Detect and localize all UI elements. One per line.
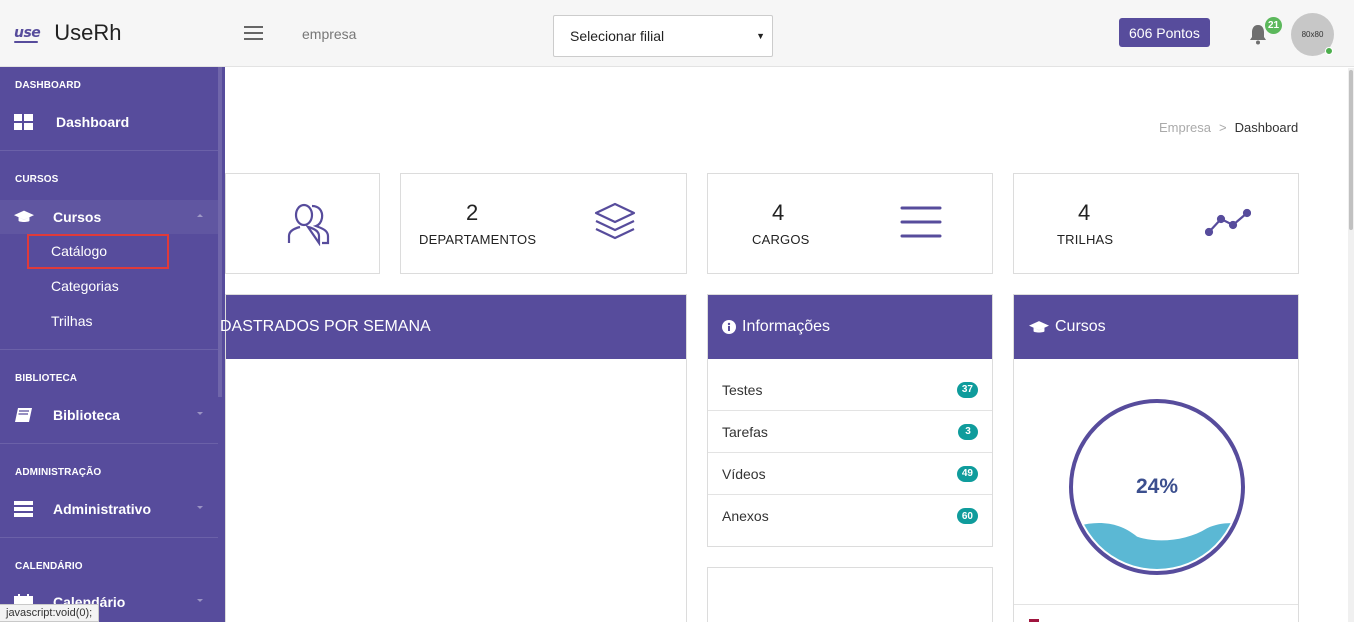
stat-value: 2 bbox=[466, 200, 479, 225]
progress-text: 24% bbox=[1136, 475, 1178, 498]
server-icon bbox=[14, 501, 33, 517]
panel-header: DASTRADOS POR SEMANA bbox=[220, 295, 686, 359]
users-icon bbox=[287, 203, 330, 246]
breadcrumb-root[interactable]: Empresa bbox=[1159, 120, 1211, 135]
stat-value: 4 bbox=[772, 200, 785, 225]
breadcrumb-current: Dashboard bbox=[1234, 120, 1299, 135]
trend-line-icon bbox=[1205, 208, 1251, 236]
info-panel: Informações Testes 37 Tarefas 3 Vídeos 4… bbox=[707, 294, 993, 547]
stat-label: DEPARTAMENTOS bbox=[419, 232, 537, 247]
info-row-tarefas[interactable]: Tarefas 3 bbox=[708, 411, 992, 453]
logo-mark: use bbox=[14, 25, 41, 43]
info-row-anexos[interactable]: Anexos 60 bbox=[708, 495, 992, 537]
stat-card-users bbox=[225, 173, 380, 274]
branch-select-value: Selecionar filial bbox=[570, 28, 665, 44]
layers-icon bbox=[594, 202, 636, 240]
dropdown-arrow-icon: ▼ bbox=[756, 31, 765, 41]
info-row-label: Vídeos bbox=[722, 465, 766, 482]
chevron-up-icon bbox=[197, 214, 203, 217]
sidebar-item-label: Biblioteca bbox=[53, 407, 120, 423]
divider bbox=[0, 537, 218, 538]
online-status-dot bbox=[1325, 47, 1333, 55]
breadcrumb: Empresa > Dashboard bbox=[1159, 120, 1298, 135]
stat-card-departamentos: 2 DEPARTAMENTOS bbox=[400, 173, 687, 274]
count-badge: 49 bbox=[956, 465, 978, 482]
branch-select[interactable]: Selecionar filial ▼ bbox=[553, 15, 773, 57]
sidebar-subitem-trilhas[interactable]: Trilhas bbox=[51, 313, 93, 329]
book-icon bbox=[15, 408, 32, 422]
panel-header: Cursos bbox=[1014, 295, 1298, 359]
points-badge[interactable]: 606 Pontos bbox=[1119, 18, 1210, 47]
sidebar-item-biblioteca[interactable]: Biblioteca bbox=[0, 398, 218, 432]
courses-progress-gauge: 24% bbox=[1069, 399, 1245, 575]
notification-count-badge: 21 bbox=[1265, 17, 1282, 34]
sidebar-item-administrativo[interactable]: Administrativo bbox=[0, 492, 218, 526]
count-badge: 3 bbox=[958, 423, 978, 440]
courses-panel: Cursos 24% bbox=[1013, 294, 1299, 622]
panel-title: Informações bbox=[742, 318, 831, 335]
info-row-testes[interactable]: Testes 37 bbox=[708, 369, 992, 411]
sidebar-item-label: Dashboard bbox=[56, 114, 130, 130]
info-row-label: Anexos bbox=[722, 508, 769, 524]
menu-toggle-icon[interactable] bbox=[244, 26, 263, 40]
section-title-cursos: CURSOS bbox=[15, 174, 59, 185]
panel-header: Informações bbox=[708, 295, 992, 359]
section-title-dashboard: DASHBOARD bbox=[15, 80, 81, 91]
chevron-down-icon bbox=[197, 599, 203, 602]
app-logo[interactable]: use UseRh bbox=[14, 20, 122, 46]
stat-value: 4 bbox=[1078, 200, 1091, 225]
sidebar-subitem-categorias[interactable]: Categorias bbox=[51, 278, 119, 294]
graduation-cap-icon bbox=[14, 210, 34, 222]
info-row-videos[interactable]: Vídeos 49 bbox=[708, 453, 992, 495]
chevron-down-icon bbox=[197, 506, 203, 509]
info-row-label: Testes bbox=[722, 381, 763, 398]
app-name: UseRh bbox=[54, 20, 122, 45]
company-label: empresa bbox=[302, 26, 357, 42]
count-badge: 37 bbox=[956, 381, 978, 398]
sidebar-item-cursos[interactable]: Cursos bbox=[0, 200, 218, 234]
page-scrollbar-thumb[interactable] bbox=[1349, 70, 1353, 230]
stat-card-cargos: 4 CARGOS bbox=[707, 173, 993, 274]
info-row-label: Tarefas bbox=[722, 423, 768, 440]
breadcrumb-separator: > bbox=[1219, 120, 1227, 135]
divider bbox=[1014, 604, 1298, 605]
highlight-box bbox=[27, 234, 169, 269]
dashboard-icon bbox=[14, 114, 33, 130]
count-badge: 60 bbox=[956, 508, 978, 524]
empty-panel bbox=[707, 567, 993, 622]
list-icon bbox=[900, 206, 942, 238]
sidebar-scrollbar[interactable] bbox=[218, 67, 222, 397]
panel-title: DASTRADOS POR SEMANA bbox=[220, 318, 431, 335]
sidebar: DASHBOARD Dashboard CURSOS Cursos Catálo… bbox=[0, 67, 225, 622]
info-icon bbox=[722, 320, 736, 334]
section-title-biblioteca: BIBLIOTECA bbox=[15, 373, 78, 384]
chevron-down-icon bbox=[197, 412, 203, 415]
stat-label: CARGOS bbox=[752, 232, 810, 247]
sidebar-item-dashboard[interactable]: Dashboard bbox=[0, 105, 218, 139]
section-title-administracao: ADMINISTRAÇÃO bbox=[15, 467, 102, 478]
divider bbox=[0, 150, 218, 151]
top-bar: use UseRh empresa Selecionar filial ▼ 60… bbox=[0, 0, 1354, 67]
weekly-registrations-panel: DASTRADOS POR SEMANA bbox=[220, 294, 687, 622]
stat-label: TRILHAS bbox=[1057, 232, 1114, 247]
browser-status-bar: javascript:void(0); bbox=[0, 604, 100, 622]
sidebar-item-label: Administrativo bbox=[53, 501, 152, 517]
divider bbox=[0, 349, 218, 350]
divider bbox=[0, 443, 218, 444]
panel-title: Cursos bbox=[1055, 318, 1106, 335]
graduation-cap-icon bbox=[1029, 320, 1049, 332]
stat-card-trilhas: 4 TRILHAS bbox=[1013, 173, 1299, 274]
section-title-calendario: CALENDÁRIO bbox=[15, 561, 83, 572]
sidebar-item-label: Cursos bbox=[53, 209, 102, 225]
